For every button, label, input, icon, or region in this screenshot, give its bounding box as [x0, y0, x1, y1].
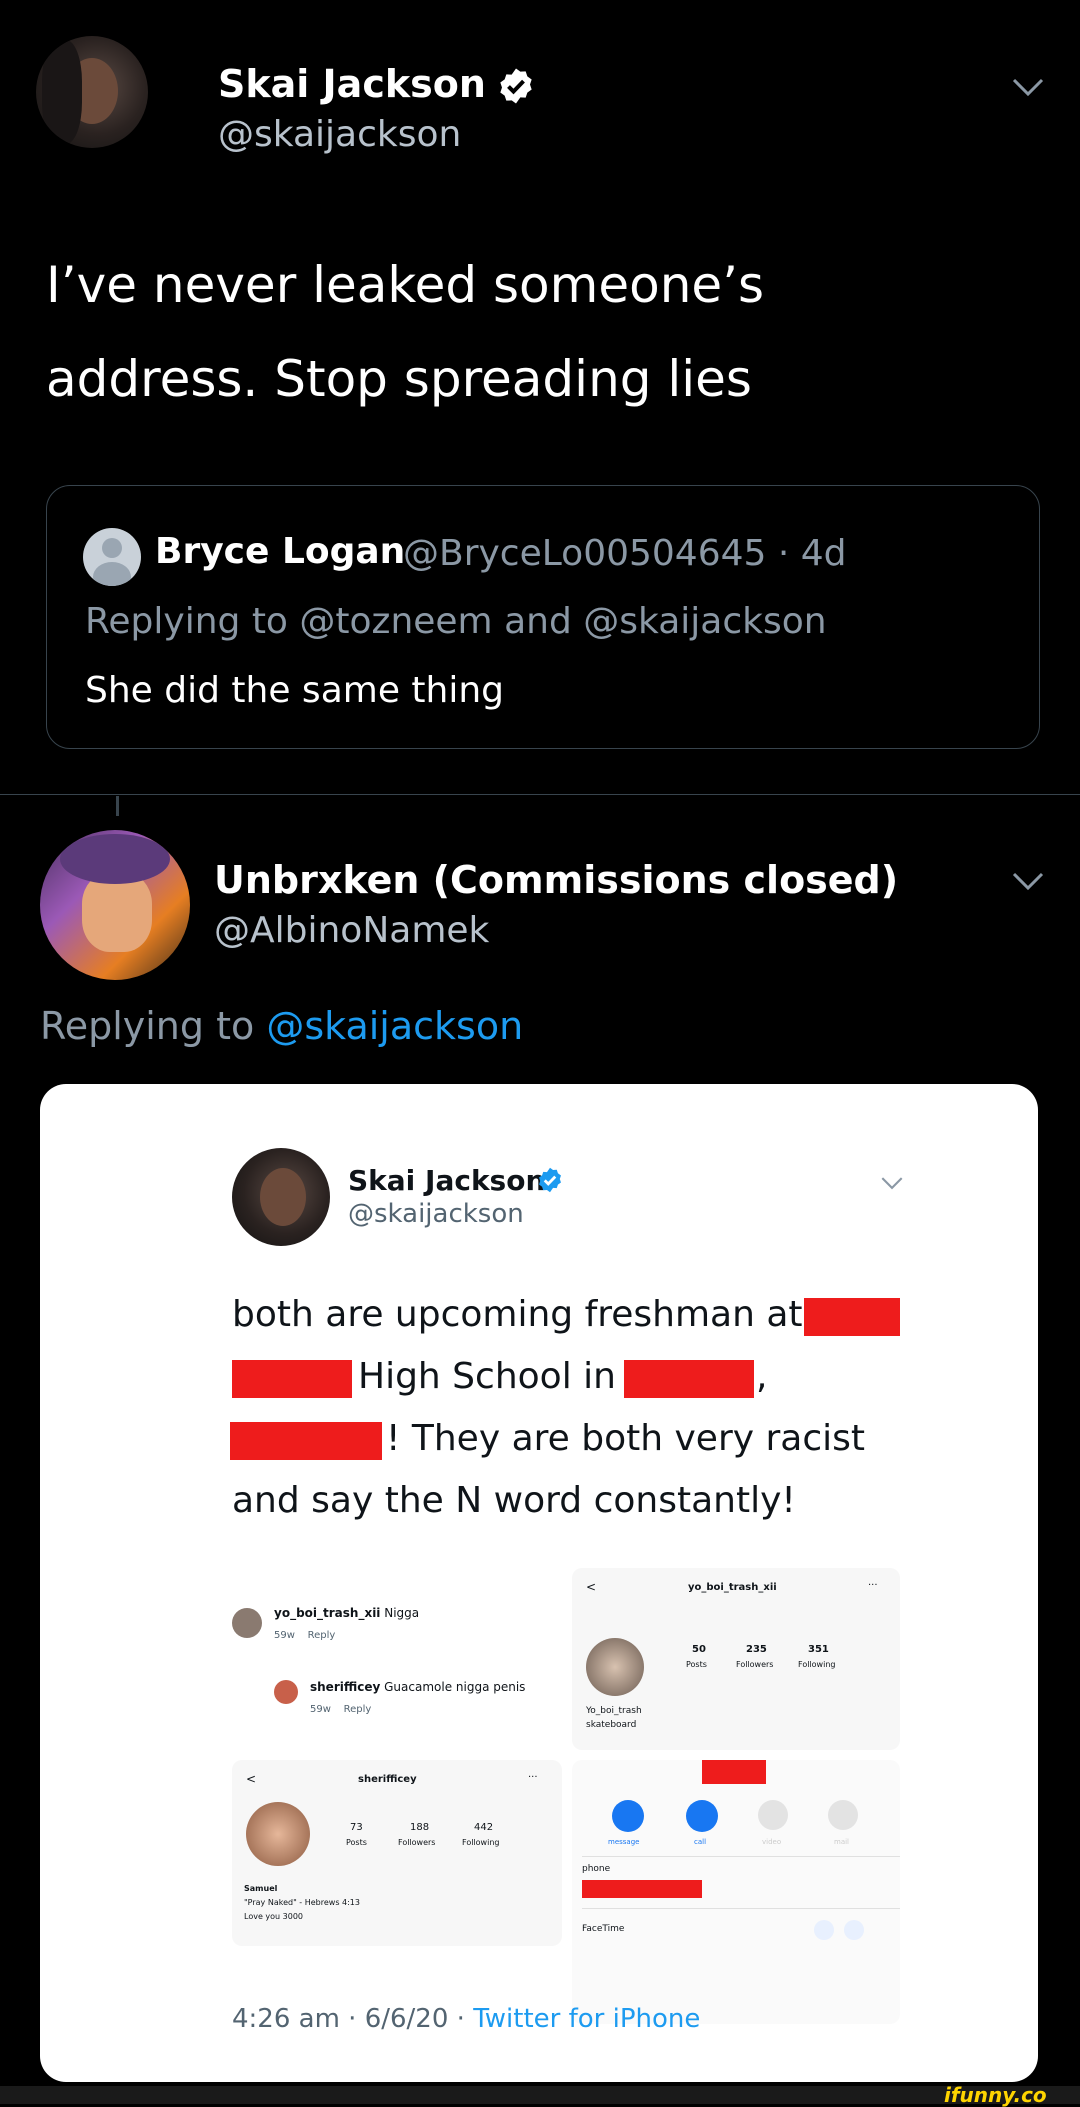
- chevron-down-icon[interactable]: [1008, 74, 1048, 100]
- bryce-avatar[interactable]: [83, 528, 141, 586]
- profile-bio-2: "Pray Naked" - Hebrews 4:13: [244, 1898, 360, 1907]
- comment-1: yo_boi_trash_xii Nigga 59w Reply: [232, 1604, 602, 1664]
- profile-bio-1: Samuel: [244, 1884, 278, 1893]
- back-icon: <: [586, 1580, 597, 1594]
- inner-skai-avatar: [232, 1148, 330, 1246]
- inner-footer: 4:26 am · 6/6/20 · Twitter for iPhone: [232, 2004, 700, 2034]
- inner-handle: @skaijackson: [348, 1199, 524, 1229]
- comment-text: Nigga: [380, 1606, 420, 1620]
- profile-bio-1: Yo_boi_trash: [586, 1706, 642, 1716]
- more-icon: ···: [868, 1580, 878, 1591]
- comment-meta: 59w Reply: [310, 1704, 372, 1715]
- followers-count: 188: [410, 1822, 430, 1833]
- quoted-text: She did the same thing: [85, 670, 505, 711]
- comment-username: yo_boi_trash_xii: [274, 1606, 381, 1620]
- reply-author-handle[interactable]: @AlbinoNamek: [214, 910, 489, 951]
- message-label: message: [608, 1838, 640, 1846]
- tweet-text-line1: I’ve never leaked someone’s: [46, 256, 765, 314]
- redaction-block: [230, 1422, 382, 1460]
- comment-username: sherifficey: [310, 1680, 381, 1694]
- facetime-audio-icon: [844, 1920, 864, 1940]
- inner-text-line2: High School in: [358, 1356, 616, 1397]
- replying-prefix: Replying to: [85, 601, 300, 642]
- redaction-block: [804, 1298, 900, 1336]
- tweet-timestamp: 4:26 am · 6/6/20 ·: [232, 2004, 474, 2034]
- mail-label: mail: [834, 1838, 849, 1846]
- following-label: Following: [798, 1660, 836, 1669]
- replying-prefix: Replying to: [40, 1004, 267, 1048]
- followers-count: 235: [746, 1644, 767, 1655]
- inner-text-line3: ! They are both very racist: [386, 1418, 866, 1459]
- quoted-replying-to: Replying to @tozneem and @skaijackson: [85, 601, 827, 642]
- skai-avatar[interactable]: [36, 36, 148, 148]
- tweet-text-line2: address. Stop spreading lies: [46, 350, 752, 408]
- quoted-tweet[interactable]: Bryce Logan @BryceLo00504645 · 4d Replyi…: [46, 485, 1040, 749]
- redaction-block: [232, 1360, 352, 1398]
- author-name[interactable]: Skai Jackson: [218, 62, 486, 106]
- chevron-down-icon: [881, 1177, 903, 1190]
- divider: [0, 794, 1080, 795]
- replying-user-link[interactable]: @skaijackson: [266, 1004, 523, 1048]
- profile-panel-1: < yo_boi_trash_xii ··· 50 235 351 Posts …: [572, 1568, 900, 1750]
- followers-label: Followers: [398, 1838, 436, 1847]
- profile-bio-3: Love you 3000: [244, 1912, 304, 1921]
- video-icon: [758, 1800, 788, 1830]
- reply-author-name[interactable]: Unbrxken (Commissions closed): [214, 858, 898, 902]
- quoted-handle[interactable]: @BryceLo00504645 · 4d: [403, 533, 847, 574]
- mail-icon: [828, 1800, 858, 1830]
- watermark: [0, 2086, 1080, 2104]
- redaction-block: [702, 1760, 766, 1784]
- message-icon: [612, 1800, 644, 1832]
- chevron-down-icon[interactable]: [1008, 868, 1048, 894]
- verified-icon: [500, 68, 532, 104]
- posts-label: Posts: [346, 1838, 367, 1847]
- facetime-label: FaceTime: [582, 1924, 625, 1934]
- posts-count: 73: [350, 1822, 363, 1833]
- profile-panel-2: < sherifficey ··· 73 188 442 Posts Follo…: [232, 1760, 562, 1946]
- following-label: Following: [462, 1838, 500, 1847]
- profile-avatar: [586, 1638, 644, 1696]
- call-icon: [686, 1800, 718, 1832]
- attached-image[interactable]: Skai Jackson @skaijackson both are upcom…: [40, 1084, 1038, 2082]
- profile-username: yo_boi_trash_xii: [688, 1582, 777, 1593]
- comment-meta: 59w Reply: [274, 1630, 336, 1641]
- commenter-avatar: [232, 1608, 262, 1638]
- inner-text-line1: both are upcoming freshman at: [232, 1294, 803, 1335]
- verified-icon: [539, 1167, 561, 1193]
- tweet-source: Twitter for iPhone: [473, 2004, 701, 2034]
- posts-count: 50: [692, 1644, 706, 1655]
- following-count: 442: [474, 1822, 494, 1833]
- back-icon: <: [246, 1772, 257, 1786]
- contact-panel: message call video mail phone FaceTime: [572, 1760, 900, 2024]
- profile-bio-2: skateboard: [586, 1720, 637, 1730]
- posts-label: Posts: [686, 1660, 707, 1669]
- unbrxken-avatar[interactable]: [40, 830, 190, 980]
- thread-line: [116, 796, 119, 816]
- comment-text: Guacamole nigga penis: [380, 1680, 526, 1694]
- phone-label: phone: [582, 1864, 611, 1874]
- more-icon: ···: [528, 1772, 538, 1783]
- facetime-video-icon: [814, 1920, 834, 1940]
- reply-replying-to: Replying to @skaijackson: [40, 1004, 523, 1048]
- video-label: video: [762, 1838, 782, 1846]
- profile-username: sherifficey: [358, 1774, 417, 1785]
- followers-label: Followers: [736, 1660, 774, 1669]
- quoted-name[interactable]: Bryce Logan: [155, 531, 405, 572]
- inner-text-line2-end: ,: [756, 1356, 768, 1397]
- profile-avatar: [246, 1802, 310, 1866]
- commenter-avatar: [274, 1680, 298, 1704]
- watermark-text: ifunny.co: [944, 2083, 1047, 2107]
- redaction-block: [624, 1360, 754, 1398]
- following-count: 351: [808, 1644, 829, 1655]
- inner-name: Skai Jackson: [348, 1164, 546, 1197]
- author-handle[interactable]: @skaijackson: [218, 114, 461, 155]
- inner-text-line4: and say the N word constantly!: [232, 1480, 796, 1521]
- replying-users[interactable]: @tozneem and @skaijackson: [299, 601, 826, 642]
- call-label: call: [694, 1838, 707, 1846]
- redaction-block: [582, 1880, 702, 1898]
